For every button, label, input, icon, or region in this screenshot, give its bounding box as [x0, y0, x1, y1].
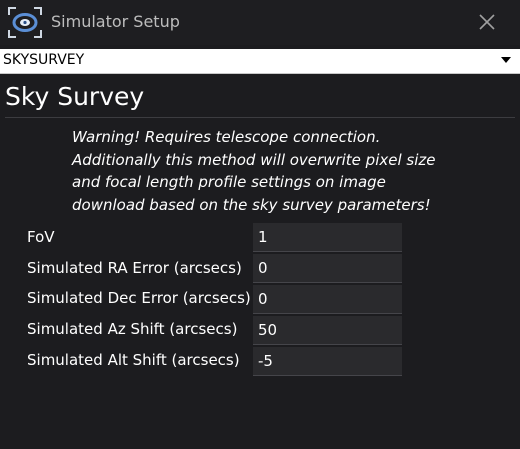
input-underline — [253, 344, 402, 345]
fov-input[interactable] — [253, 223, 402, 251]
close-icon[interactable] — [476, 11, 498, 33]
title-bar: Simulator Setup — [0, 0, 520, 45]
alt-shift-label: Simulated Alt Shift (arcsecs) — [27, 351, 240, 369]
camera-type-selected: SKYSURVEY — [3, 52, 85, 68]
window-title: Simulator Setup — [51, 12, 180, 31]
fov-label: FoV — [27, 228, 55, 246]
input-underline — [253, 282, 402, 283]
warning-line: and focal length profile settings on ima… — [72, 173, 386, 191]
input-underline — [253, 375, 402, 376]
section-title: Sky Survey — [5, 82, 145, 111]
camera-type-dropdown[interactable]: SKYSURVEY — [0, 49, 520, 74]
input-underline — [253, 313, 402, 314]
az-shift-label: Simulated Az Shift (arcsecs) — [27, 320, 238, 338]
telescope-app-icon — [8, 7, 42, 38]
warning-message: Warning! Requires telescope connection. … — [72, 126, 512, 216]
input-underline — [253, 251, 402, 252]
warning-line: Warning! Requires telescope connection. — [72, 128, 381, 146]
alt-shift-input[interactable] — [253, 347, 402, 375]
dec-error-label: Simulated Dec Error (arcsecs) — [27, 289, 251, 307]
chevron-down-icon — [501, 57, 511, 63]
ra-error-input[interactable] — [253, 254, 402, 282]
warning-line: download based on the sky survey paramet… — [72, 195, 431, 214]
ra-error-label: Simulated RA Error (arcsecs) — [27, 259, 242, 277]
warning-line: Additionally this method will overwrite … — [72, 150, 436, 169]
dec-error-input[interactable] — [253, 285, 402, 313]
section-divider — [5, 117, 515, 118]
az-shift-input[interactable] — [253, 316, 402, 344]
